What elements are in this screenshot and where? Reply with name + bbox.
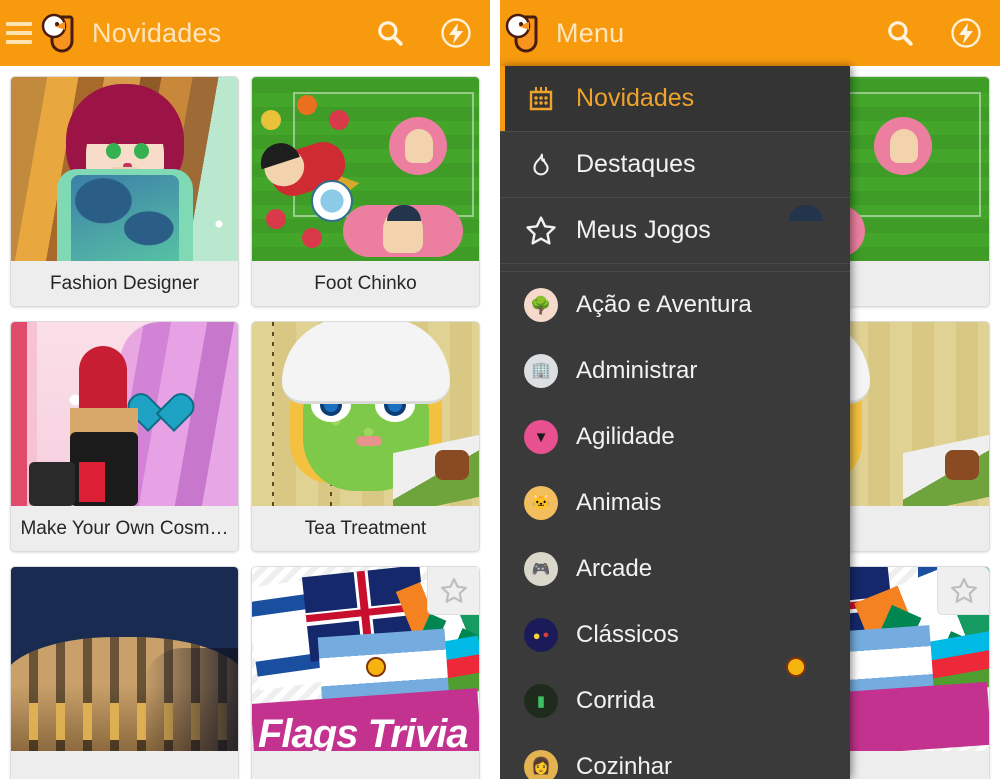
game-tile[interactable] [4, 562, 245, 779]
page-title: Menu [556, 17, 625, 48]
favorite-star-icon[interactable] [937, 567, 989, 615]
page-title: Novidades [92, 17, 222, 48]
game-thumbnail-fashion-designer [11, 77, 238, 261]
drawer-item-cozinhar[interactable]: 👩 Cozinhar [500, 734, 850, 779]
manage-thumb-icon: 🏢 [518, 354, 564, 388]
left-app-bar: Novidades [0, 0, 490, 66]
app-bar-actions [880, 13, 986, 53]
left-phone-screen: Novidades Fashion Designer Foot Chinko M… [0, 0, 490, 779]
drawer-item-label: Novidades [576, 84, 695, 112]
drawer-item-label: Destaques [576, 150, 696, 178]
game-grid: Fashion Designer Foot Chinko Make Your O… [0, 66, 490, 779]
game-title [11, 751, 238, 779]
drawer-item-label: Meus Jogos [576, 216, 711, 244]
agility-thumb-icon: ▼ [518, 420, 564, 454]
cooking-thumb-icon: 👩 [518, 750, 564, 779]
racing-thumb-icon: ▮ [518, 684, 564, 718]
drawer-item-label: Corrida [576, 687, 655, 714]
arcade-thumb-icon: 🎮 [518, 552, 564, 586]
drawer-item-acao-e-aventura[interactable]: 🌳 Ação e Aventura [500, 272, 850, 338]
lightning-bolt-icon[interactable] [946, 13, 986, 53]
app-logo-icon [38, 9, 82, 57]
app-bar-actions [370, 13, 476, 53]
hamburger-icon[interactable] [6, 18, 36, 48]
drawer-item-agilidade[interactable]: ▼ Agilidade [500, 404, 850, 470]
screenshot-root: Novidades Fashion Designer Foot Chinko M… [0, 0, 1000, 779]
drawer-item-animais[interactable]: 🐱 Animais [500, 470, 850, 536]
game-thumbnail-foot-chinko [252, 77, 479, 261]
flame-icon [518, 150, 564, 180]
calendar-icon [518, 83, 564, 115]
game-title: Tea Treatment [252, 506, 479, 551]
classics-thumb-icon: ● ● [518, 618, 564, 652]
drawer-item-label: Administrar [576, 357, 698, 384]
game-title: Foot Chinko [252, 261, 479, 306]
drawer-item-label: Agilidade [576, 423, 675, 450]
game-thumbnail-colosseum [11, 567, 238, 751]
drawer-item-novidades[interactable]: Novidades [500, 66, 850, 132]
drawer-item-label: Clássicos [576, 621, 679, 648]
lightning-bolt-icon[interactable] [436, 13, 476, 53]
drawer-item-label: Animais [576, 489, 662, 516]
drawer-item-destaques[interactable]: Destaques [500, 132, 850, 198]
screen-divider [490, 0, 500, 779]
drawer-divider [500, 264, 850, 272]
right-app-bar: Menu [500, 0, 1000, 66]
game-title: Fashion Designer [11, 261, 238, 306]
search-icon[interactable] [370, 13, 410, 53]
right-phone-screen: Menu Novidades Destaques Meus Jogos 🌳 Aç… [500, 0, 1000, 779]
game-tile[interactable]: Fashion Designer [4, 72, 245, 317]
game-thumbnail-tea-treatment [252, 322, 479, 506]
star-outline-icon [518, 214, 564, 248]
drawer-item-administrar[interactable]: 🏢 Administrar [500, 338, 850, 404]
drawer-item-label: Cozinhar [576, 753, 673, 779]
drawer-item-corrida[interactable]: ▮ Corrida [500, 668, 850, 734]
game-title [252, 751, 479, 779]
flags-trivia-artwork-text: Flags Trivia [258, 712, 469, 751]
game-thumbnail-flags-trivia: ✦ Flags Trivia [252, 567, 479, 751]
app-logo-icon [502, 9, 546, 57]
search-icon[interactable] [880, 13, 920, 53]
game-title: Make Your Own Cosm… [11, 506, 238, 551]
game-tile[interactable]: Foot Chinko [245, 72, 486, 317]
action-adventure-thumb-icon: 🌳 [518, 288, 564, 322]
drawer-item-label: Ação e Aventura [576, 291, 752, 318]
game-thumbnail-cosmetics [11, 322, 238, 506]
game-tile[interactable]: Tea Treatment [245, 317, 486, 562]
drawer-item-arcade[interactable]: 🎮 Arcade [500, 536, 850, 602]
animals-thumb-icon: 🐱 [518, 486, 564, 520]
game-tile[interactable]: Make Your Own Cosm… [4, 317, 245, 562]
drawer-item-label: Arcade [576, 555, 653, 582]
game-tile[interactable]: ✦ Flags Trivia [245, 562, 486, 779]
favorite-star-icon[interactable] [427, 567, 479, 615]
